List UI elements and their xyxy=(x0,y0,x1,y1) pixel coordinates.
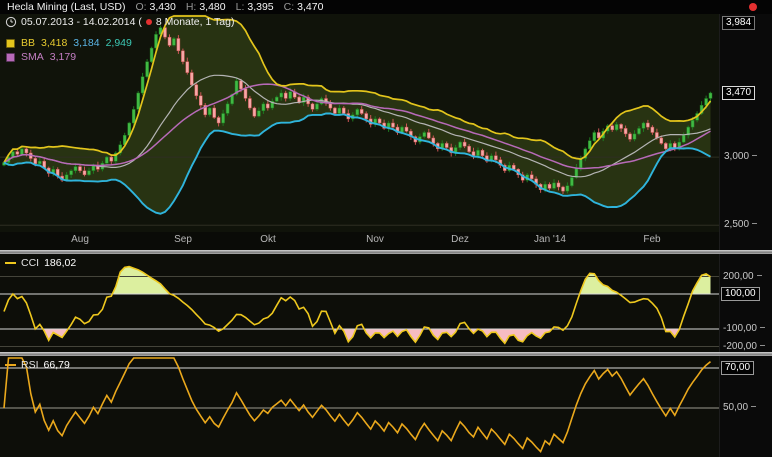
date-range: 05.07.2013 - 14.02.2014 ( 8 Monate, 1 Tag… xyxy=(5,16,234,28)
panel-resize-handle[interactable] xyxy=(0,250,772,254)
high-value: 3,480 xyxy=(199,1,225,13)
bb-lower-value: 2,949 xyxy=(106,37,132,49)
title-bar: Hecla Mining (Last, USD) O: 3,430 H:3,480… xyxy=(0,0,772,14)
open-label: O: xyxy=(135,1,146,13)
alert-dot xyxy=(749,3,757,11)
close-value: 3,470 xyxy=(297,1,323,13)
clock-icon xyxy=(5,16,17,28)
ohlc-readout: O: 3,430 H:3,480 L:3,395 C:3,470 xyxy=(125,1,323,13)
rsi-value: 66,79 xyxy=(44,359,70,371)
close-label: C: xyxy=(284,1,295,13)
sma-value: 3,179 xyxy=(50,51,76,63)
rsi-chart-canvas[interactable] xyxy=(0,356,719,457)
cci-value: 186,02 xyxy=(44,257,76,269)
low-label: L: xyxy=(236,1,245,13)
bb-upper-value: 3,418 xyxy=(41,37,67,49)
date-range-text: 05.07.2013 - 14.02.2014 ( xyxy=(21,16,142,28)
low-value: 3,395 xyxy=(247,1,273,13)
rsi-label: RSI xyxy=(21,359,39,371)
cci-label: CCI xyxy=(21,257,39,269)
cci-line-swatch xyxy=(5,262,16,264)
bb-swatch xyxy=(6,39,15,48)
sma-indicator-legend[interactable]: SMA 3,179 xyxy=(6,51,76,63)
bb-indicator-legend[interactable]: BB 3,418 3,184 2,949 xyxy=(6,37,132,49)
date-range-period: 8 Monate, 1 Tag) xyxy=(156,16,235,28)
bb-middle-value: 3,184 xyxy=(73,37,99,49)
price-axis-column xyxy=(719,0,772,457)
bb-label: BB xyxy=(21,37,35,49)
cci-indicator-legend[interactable]: CCI 186,02 xyxy=(5,257,76,269)
trading-chart-app: Hecla Mining (Last, USD) O: 3,430 H:3,480… xyxy=(0,0,772,457)
instrument-title: Hecla Mining (Last, USD) xyxy=(7,1,125,13)
cci-chart-canvas[interactable] xyxy=(0,254,719,352)
sma-label: SMA xyxy=(21,51,44,63)
open-value: 3,430 xyxy=(150,1,176,13)
rsi-indicator-legend[interactable]: RSI 66,79 xyxy=(5,359,70,371)
rsi-line-swatch xyxy=(5,364,16,366)
period-dot xyxy=(146,19,152,25)
panel-resize-handle[interactable] xyxy=(0,352,772,356)
sma-swatch xyxy=(6,53,15,62)
high-label: H: xyxy=(186,1,197,13)
